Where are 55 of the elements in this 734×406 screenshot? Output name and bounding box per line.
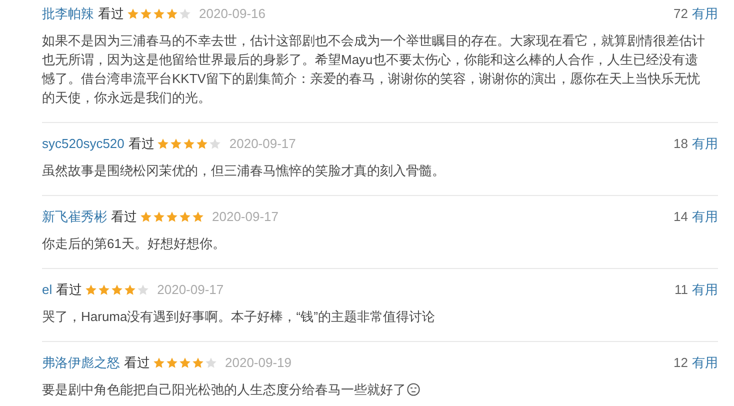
star-icon (157, 138, 170, 150)
review-text: 虽然故事是围绕松冈茉优的，但三浦春马憔悴的笑脸才真的刻入骨髓。 (42, 162, 445, 180)
useful-link[interactable]: 有用 (692, 4, 718, 24)
star-icon (140, 211, 152, 223)
user-link[interactable]: el (42, 280, 52, 300)
star-icon (153, 8, 165, 20)
star-icon (209, 138, 222, 150)
star-icon (127, 8, 139, 20)
review-date: 2020-09-16 (199, 5, 266, 24)
star-icon (98, 284, 110, 296)
vote-count: 14 (674, 208, 688, 226)
useful-link[interactable]: 有用 (692, 207, 718, 227)
useful-link[interactable]: 有用 (692, 353, 718, 373)
review-date: 2020-09-17 (157, 281, 224, 300)
review-text: 你走后的第61天。好想好想你。 (42, 235, 226, 253)
user-link[interactable]: syc520syc520 (42, 134, 124, 154)
star-icon (111, 284, 124, 296)
star-icon (179, 357, 191, 369)
star-icon (153, 357, 165, 369)
star-icon (166, 211, 178, 223)
star-icon (166, 357, 178, 369)
watched-label: 看过 (98, 5, 124, 24)
review-date: 2020-09-19 (225, 354, 292, 372)
useful-link[interactable]: 有用 (692, 280, 718, 300)
star-icon (179, 8, 191, 20)
review-date: 2020-09-17 (229, 135, 296, 154)
useful-link[interactable]: 有用 (692, 134, 718, 154)
star-icon (153, 211, 165, 223)
user-link[interactable]: 批李帕辣 (42, 4, 94, 24)
user-link[interactable]: 新飞崔秀彬 (42, 207, 107, 227)
star-icon (85, 284, 98, 296)
review-text: 要是剧中角色能把自己阳光松弛的人生态度分给春马一些就好了 (42, 381, 406, 399)
star-icon (192, 211, 204, 223)
star-icon (124, 284, 136, 296)
star-icon (183, 138, 196, 150)
watched-label: 看过 (111, 208, 137, 226)
star-icon (196, 138, 208, 150)
star-icon (166, 8, 178, 20)
star-icon (137, 284, 150, 296)
vote-count: 18 (674, 135, 688, 154)
watched-label: 看过 (124, 354, 150, 372)
watched-label: 看过 (128, 135, 154, 154)
star-icon (192, 357, 204, 369)
vote-count: 11 (674, 281, 688, 300)
star-icon (140, 8, 152, 20)
review-text: 哭了，Haruma没有遇到好事啊。本子好棒，“钱”的主题非常值得讨论 (42, 308, 435, 326)
vote-count: 12 (674, 354, 688, 372)
star-icon (205, 357, 217, 369)
star-icon (170, 138, 182, 150)
star-icon (179, 211, 191, 223)
review-date: 2020-09-17 (212, 208, 278, 226)
watched-label: 看过 (56, 281, 82, 300)
review-text: 如果不是因为三浦春马的不幸去世，估计这部剧也不会成为一个举世瞩目的存在。大家现在看它，就算剧情很差估计也无所谓，因为这是他留给世界最后的身影了。希望Mayu也不要太伤心，你能和这么棒的人合作，人生已经没有遗憾了。借台湾串流平台KKTV留下的剧集简介：亲爱的春马，谢谢你的笑容，谢谢你的演出，愿你在天上当快乐无忧的天使，你永远是我们的光。 (42, 32, 706, 107)
user-link[interactable]: 弗洛伊彪之怒 (42, 353, 120, 373)
vote-count: 72 (674, 5, 688, 24)
